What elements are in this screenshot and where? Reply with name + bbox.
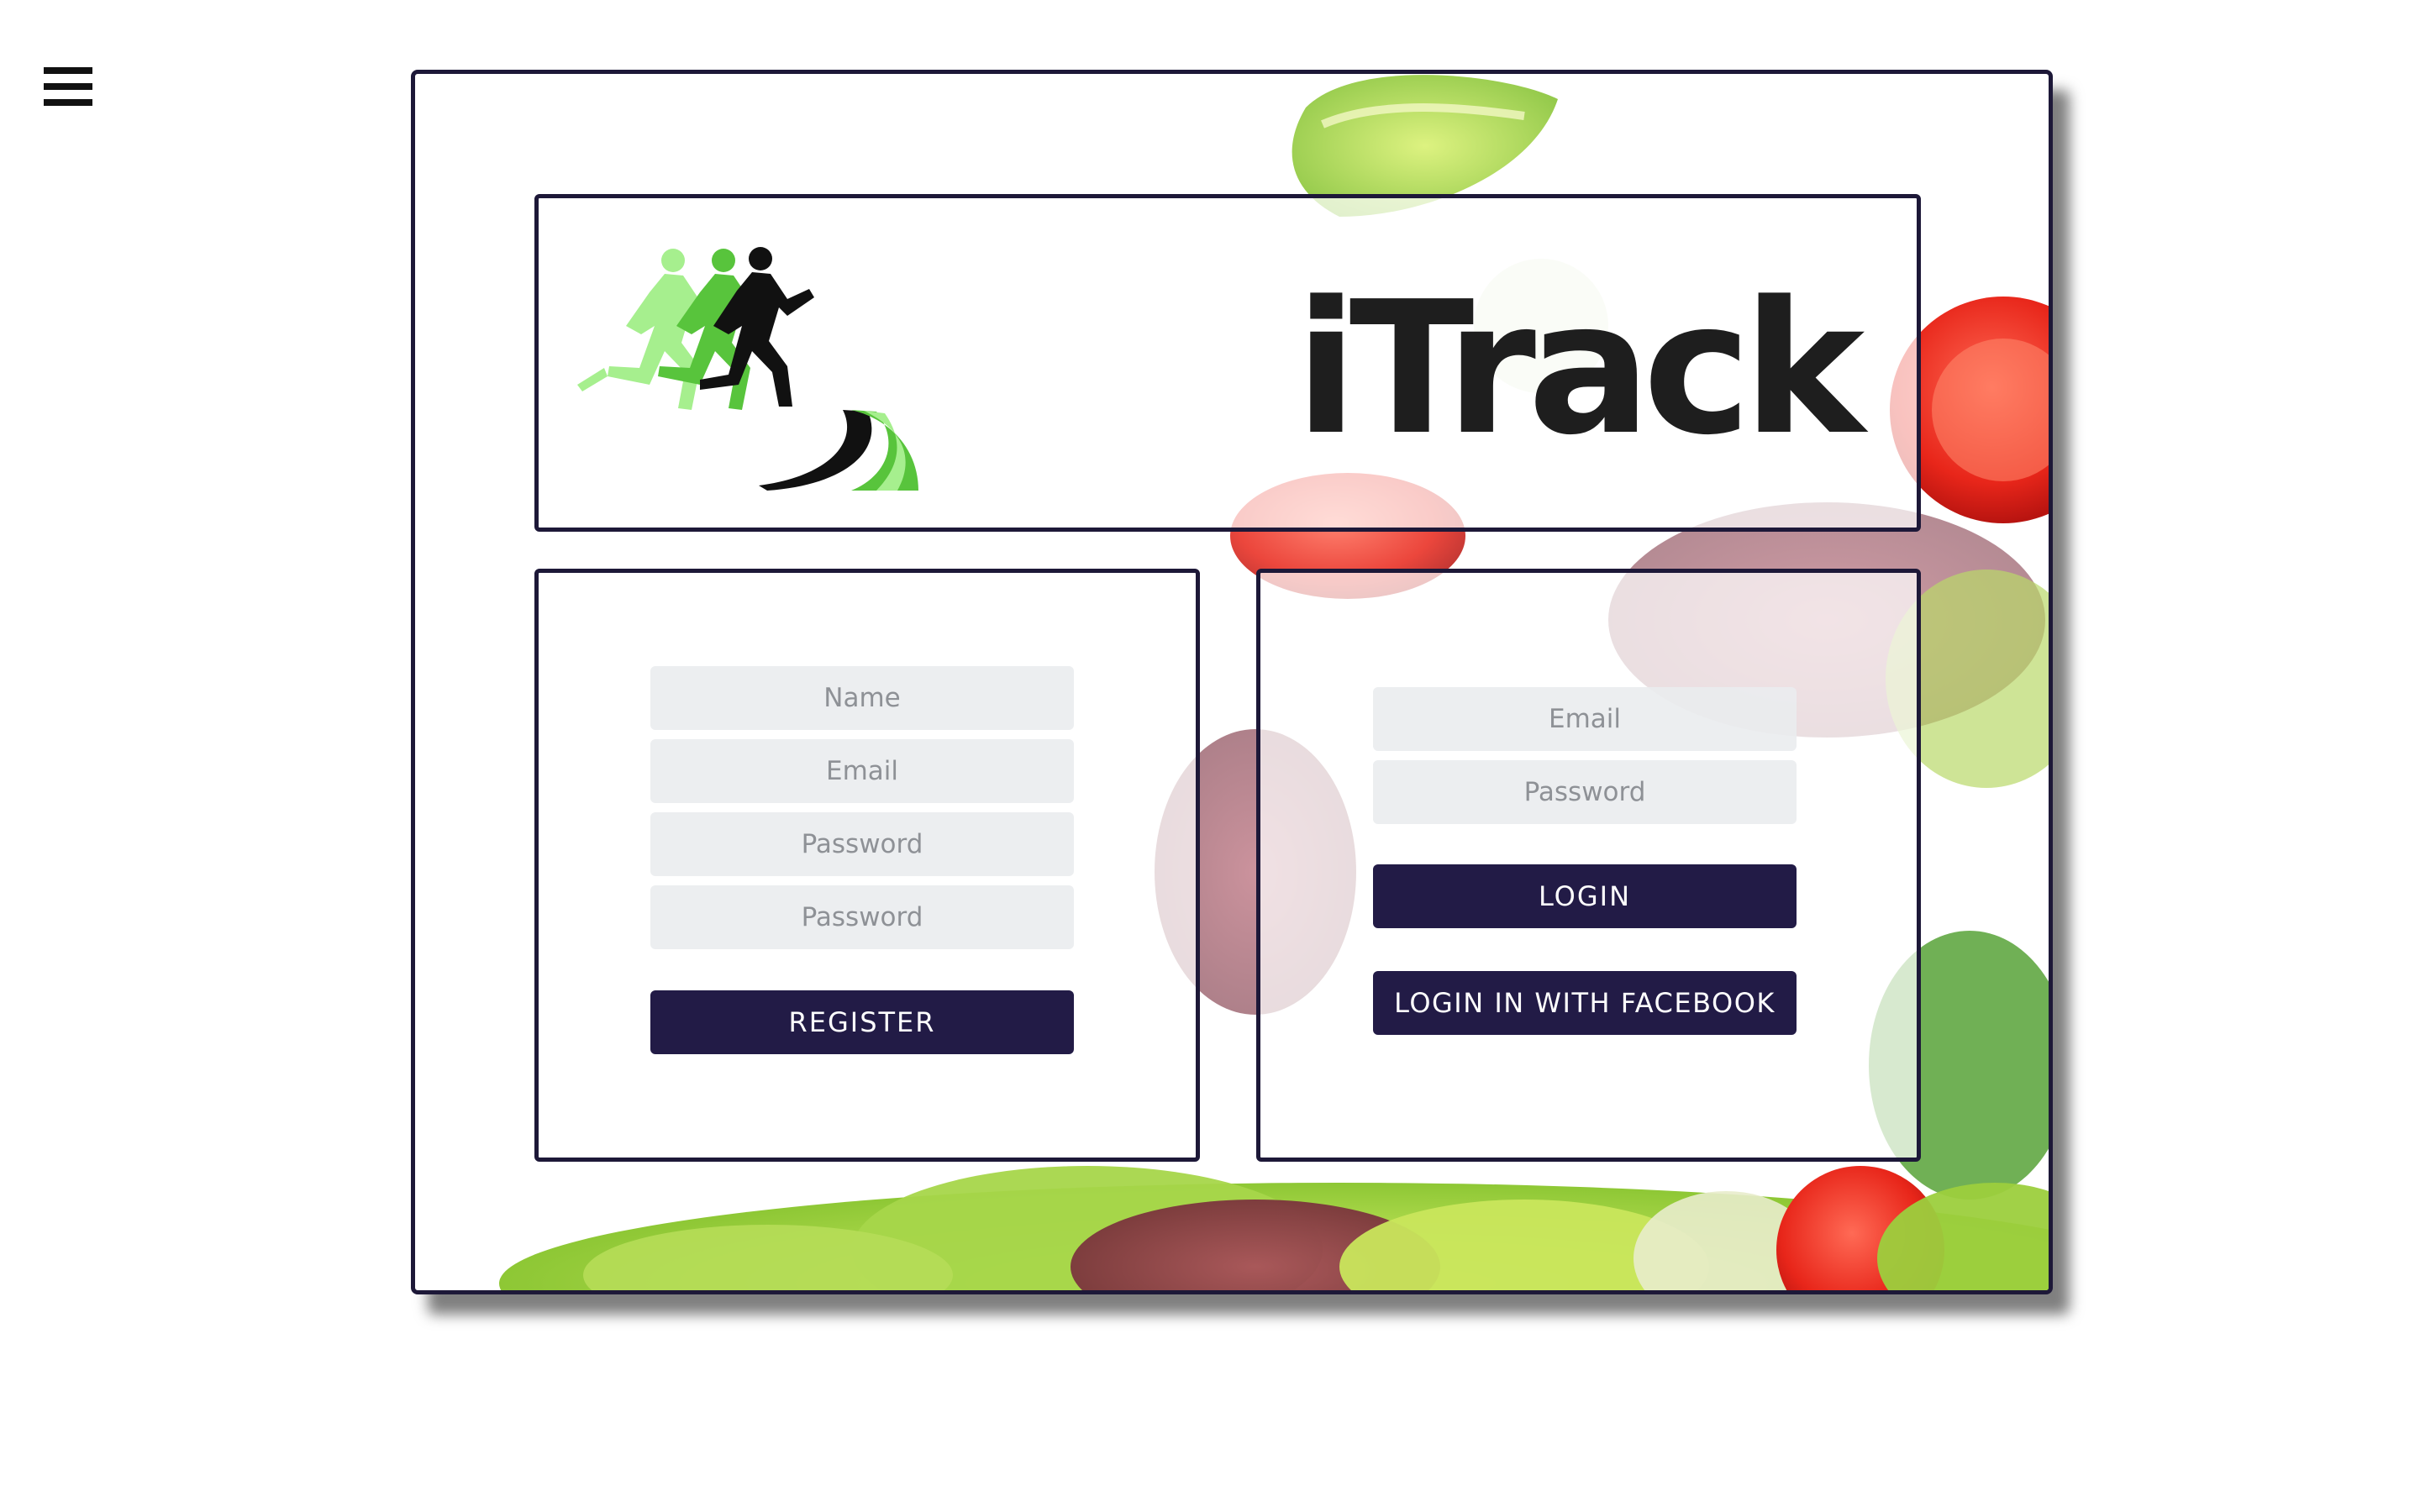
- register-email-input[interactable]: [650, 739, 1074, 803]
- menu-bar-bottom: [44, 99, 92, 106]
- header-panel: iTrack: [534, 194, 1921, 532]
- page: iTrack REGISTER LOGIN LOGIN IN WITH FACE…: [0, 0, 2420, 1512]
- login-panel: LOGIN LOGIN IN WITH FACEBOOK: [1256, 569, 1921, 1162]
- register-password-input[interactable]: [650, 812, 1074, 876]
- login-button[interactable]: LOGIN: [1373, 864, 1797, 928]
- register-button[interactable]: REGISTER: [650, 990, 1074, 1054]
- register-panel: REGISTER: [534, 569, 1200, 1162]
- menu-bar-middle: [44, 83, 92, 90]
- login-password-input[interactable]: [1373, 760, 1797, 824]
- menu-bar-top: [44, 67, 92, 74]
- running-figures-logo: [577, 247, 918, 491]
- register-name-input[interactable]: [650, 666, 1074, 730]
- brand-title: iTrack: [1295, 263, 1865, 475]
- register-confirm-password-input[interactable]: [650, 885, 1074, 949]
- hamburger-menu-icon[interactable]: [44, 67, 92, 106]
- login-email-input[interactable]: [1373, 687, 1797, 751]
- facebook-login-button[interactable]: LOGIN IN WITH FACEBOOK: [1373, 971, 1797, 1035]
- auth-card: iTrack REGISTER LOGIN LOGIN IN WITH FACE…: [411, 70, 2053, 1294]
